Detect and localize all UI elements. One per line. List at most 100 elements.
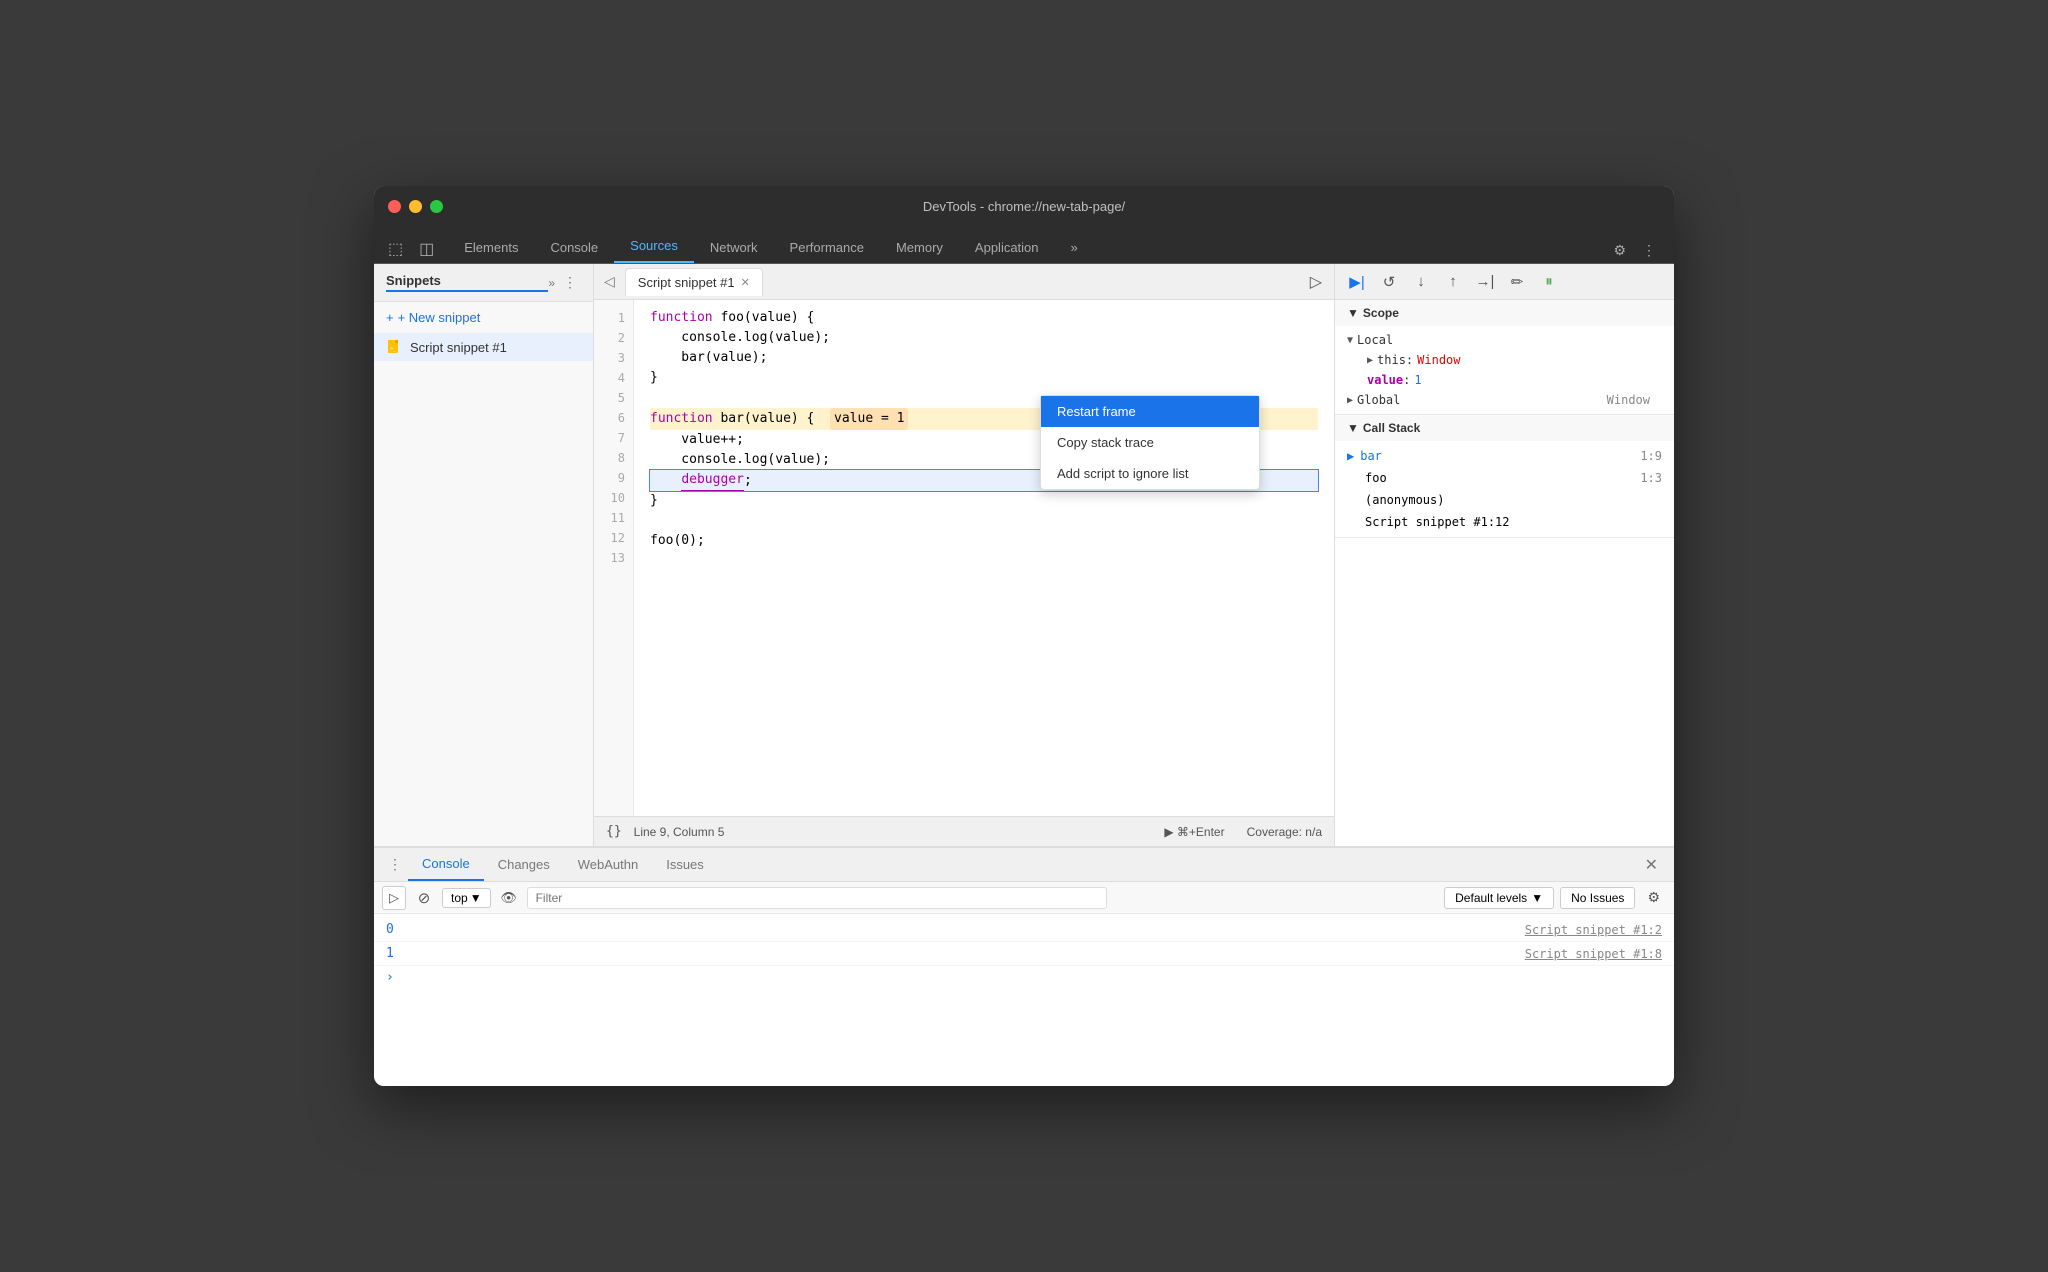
scope-header[interactable]: ▼ Scope: [1335, 300, 1674, 326]
main-tabs: Elements Console Sources Network Perform…: [448, 230, 1595, 263]
snippet-item-label: Script snippet #1: [410, 340, 507, 355]
top-selector[interactable]: top ▼: [442, 888, 491, 908]
global-label: Global: [1357, 393, 1400, 407]
block-icon[interactable]: ⊘: [412, 886, 436, 910]
this-expand-icon[interactable]: ▶: [1367, 355, 1373, 366]
context-menu-copy-stack-trace[interactable]: Copy stack trace: [1041, 427, 1259, 458]
tab-performance[interactable]: Performance: [774, 232, 880, 263]
step-over-button[interactable]: ↺: [1375, 268, 1403, 296]
status-bar: {} Line 9, Column 5 ▶ ⌘+Enter Coverage: …: [594, 816, 1334, 846]
call-stack-frame-anon[interactable]: (anonymous): [1335, 489, 1674, 511]
console-source-0[interactable]: Script snippet #1:2: [1525, 923, 1662, 937]
tab-more[interactable]: »: [1055, 232, 1094, 263]
top-selector-arrow: ▼: [470, 891, 482, 905]
close-button[interactable]: [388, 200, 401, 213]
console-settings-icon[interactable]: ⚙: [1641, 887, 1666, 908]
context-menu-add-to-ignore[interactable]: Add script to ignore list: [1041, 458, 1259, 489]
cursor-icon[interactable]: ⬚: [382, 235, 409, 263]
console-value-1: 1: [386, 946, 394, 961]
scope-global-row[interactable]: ▶ Global Window: [1335, 390, 1674, 410]
tab-sources[interactable]: Sources: [614, 230, 694, 263]
sidebar-chevron[interactable]: »: [548, 276, 555, 290]
tab-webauthn[interactable]: WebAuthn: [564, 849, 652, 880]
bottom-panel: ⋮ Console Changes WebAuthn Issues ✕ ▷ ⊘ …: [374, 846, 1674, 1086]
title-bar: DevTools - chrome://new-tab-page/: [374, 186, 1674, 226]
traffic-lights: [388, 200, 443, 213]
plus-icon: +: [386, 310, 394, 325]
eye-icon[interactable]: 👁: [497, 886, 521, 910]
pause-button[interactable]: ⏸: [1535, 268, 1563, 296]
no-issues-button[interactable]: No Issues: [1560, 887, 1635, 909]
code-editor[interactable]: 1234 5678 910111213 function foo(value) …: [594, 300, 1334, 816]
console-value-0: 0: [386, 922, 394, 937]
console-output: 0 Script snippet #1:2 1 Script snippet #…: [374, 914, 1674, 1086]
this-key: this:: [1377, 353, 1413, 367]
tab-network[interactable]: Network: [694, 232, 774, 263]
run-command[interactable]: ▶ ⌘+Enter Coverage: n/a: [1164, 825, 1322, 839]
context-menu-restart-frame[interactable]: Restart frame: [1041, 396, 1259, 427]
local-expand-icon[interactable]: ▼: [1347, 335, 1353, 346]
bottom-more-btn[interactable]: ⋮: [382, 848, 408, 882]
main-tab-bar: ⬚ ◫ Elements Console Sources Network Per…: [374, 226, 1674, 264]
devtools-window: DevTools - chrome://new-tab-page/ ⬚ ◫ El…: [374, 186, 1674, 1086]
call-stack-frame-bar[interactable]: ▶ bar 1:9: [1335, 445, 1674, 467]
bottom-tab-bar: ⋮ Console Changes WebAuthn Issues ✕: [374, 848, 1674, 882]
scope-section: ▼ Scope ▼ Local ▶ this: Window value: [1335, 300, 1674, 415]
bottom-tab-bar-right: ✕: [1637, 855, 1666, 875]
console-source-1[interactable]: Script snippet #1:8: [1525, 947, 1662, 961]
scope-local-header[interactable]: ▼ Local: [1335, 330, 1674, 350]
editor-tab-right: ▷: [1302, 268, 1330, 296]
frame-bar-label: bar: [1360, 449, 1382, 463]
run-console-button[interactable]: ▷: [382, 886, 406, 910]
device-icon[interactable]: ◫: [413, 235, 440, 263]
code-line-10: }: [650, 491, 1318, 511]
more-options-icon[interactable]: ⋮: [1636, 238, 1662, 263]
deactivate-button[interactable]: ✏: [1503, 268, 1531, 296]
console-prompt[interactable]: ›: [374, 966, 1674, 989]
editor-tab-close[interactable]: ✕: [741, 276, 750, 289]
new-snippet-button[interactable]: + + New snippet: [374, 302, 593, 333]
scope-content: ▼ Local ▶ this: Window value : 1 ▶: [1335, 326, 1674, 414]
maximize-button[interactable]: [430, 200, 443, 213]
code-line-13: [650, 551, 1318, 571]
console-row-1: 1 Script snippet #1:8: [374, 942, 1674, 966]
call-stack-title: Call Stack: [1363, 421, 1420, 435]
snippet-item[interactable]: >_ Script snippet #1: [374, 333, 593, 361]
nav-back-button[interactable]: ◁: [598, 269, 621, 294]
resume-button[interactable]: ▶|: [1343, 268, 1371, 296]
content-area: Snippets » ⋮ + + New snippet >_: [374, 264, 1674, 846]
tab-memory[interactable]: Memory: [880, 232, 959, 263]
global-expand-icon[interactable]: ▶: [1347, 395, 1353, 406]
tab-application[interactable]: Application: [959, 232, 1055, 263]
window-title: DevTools - chrome://new-tab-page/: [923, 199, 1125, 214]
default-levels-button[interactable]: Default levels ▼: [1444, 887, 1554, 909]
call-stack-content: ▶ bar 1:9 foo 1:3 (anonymous): [1335, 441, 1674, 537]
local-label: Local: [1357, 333, 1393, 347]
tab-elements[interactable]: Elements: [448, 232, 534, 263]
close-bottom-panel[interactable]: ✕: [1637, 853, 1666, 878]
format-button[interactable]: {}: [606, 824, 622, 839]
code-line-2: console.log(value);: [650, 328, 1318, 348]
global-value: Window: [1607, 393, 1650, 407]
editor-tab-label: Script snippet #1: [638, 275, 735, 290]
minimize-button[interactable]: [409, 200, 422, 213]
step-into-button[interactable]: ↓: [1407, 268, 1435, 296]
console-filter-input[interactable]: [527, 887, 1107, 909]
editor-tab[interactable]: Script snippet #1 ✕: [625, 268, 763, 296]
call-stack-header[interactable]: ▼ Call Stack: [1335, 415, 1674, 441]
step-button[interactable]: →|: [1471, 268, 1499, 296]
status-bar-left: {} Line 9, Column 5: [606, 824, 724, 839]
code-content: function foo(value) { console.log(value)…: [634, 300, 1334, 816]
run-snippet-button[interactable]: ▷: [1302, 268, 1330, 296]
call-stack-frame-snippet[interactable]: Script snippet #1:12: [1335, 511, 1674, 533]
tab-changes[interactable]: Changes: [484, 849, 564, 880]
frame-snippet-label: Script snippet #1:12: [1365, 515, 1510, 529]
call-stack-frame-foo[interactable]: foo 1:3: [1335, 467, 1674, 489]
tab-issues[interactable]: Issues: [652, 849, 718, 880]
sidebar-more-button[interactable]: ⋮: [559, 272, 581, 293]
settings-icon[interactable]: ⚙: [1607, 238, 1632, 263]
tab-console-bottom[interactable]: Console: [408, 848, 484, 881]
console-toolbar: ▷ ⊘ top ▼ 👁 Default levels ▼ No Issues ⚙: [374, 882, 1674, 914]
tab-console[interactable]: Console: [534, 232, 614, 263]
step-out-button[interactable]: ↑: [1439, 268, 1467, 296]
